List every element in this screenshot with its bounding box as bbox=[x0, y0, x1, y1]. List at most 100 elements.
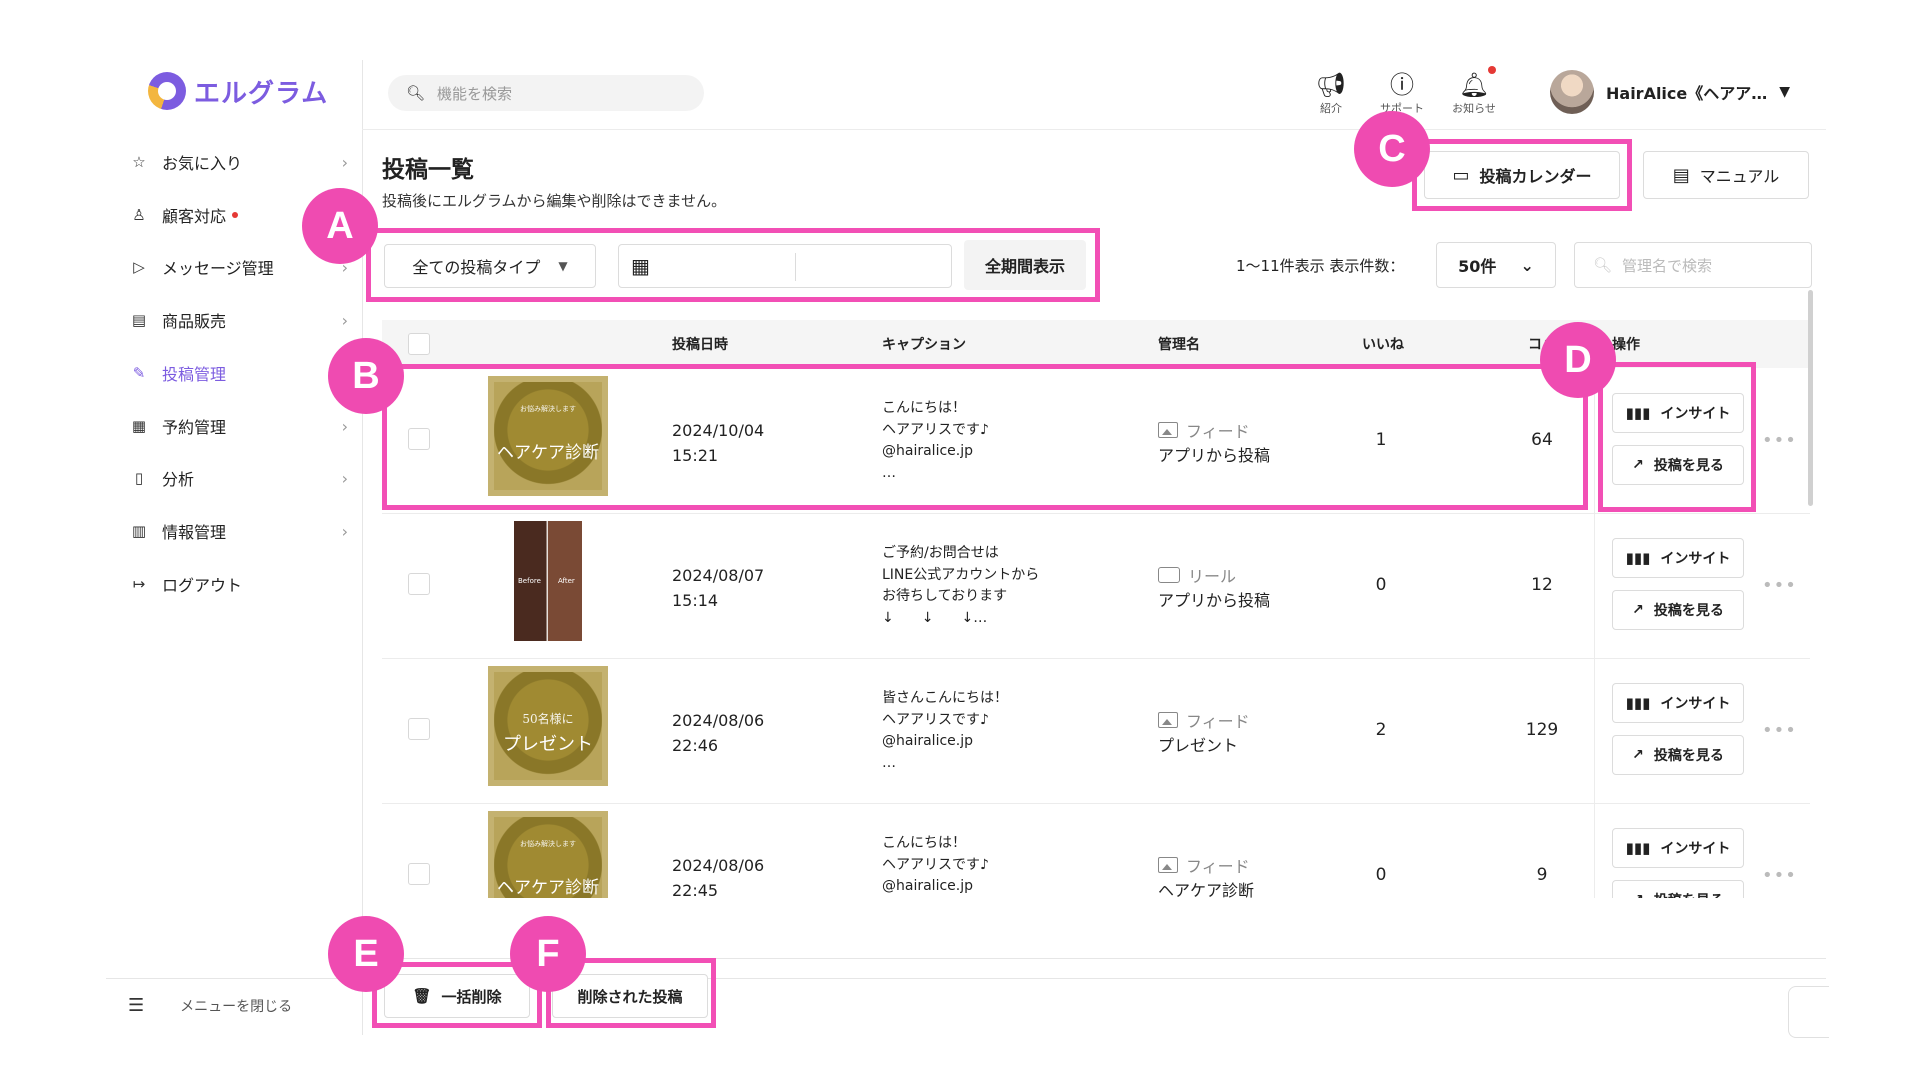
more-icon[interactable]: ••• bbox=[1762, 430, 1797, 451]
name-search-input[interactable]: 🔍︎ 管理名で検索 bbox=[1574, 242, 1812, 288]
thumbnail-subtext: お悩み解決します bbox=[520, 840, 576, 848]
chevron-down-icon: ⌄ bbox=[1520, 255, 1534, 275]
external-link-icon: ↗ bbox=[1632, 602, 1644, 618]
table-row: 50名様に プレゼント 2024/08/06 22:46 皆さんこんにちは！ ヘア… bbox=[382, 658, 1810, 804]
close-menu-label: メニューを閉じる bbox=[180, 998, 293, 1015]
search-icon: 🔍︎ bbox=[406, 84, 426, 102]
ops-divider bbox=[1594, 513, 1595, 658]
post-thumbnail[interactable]: お悩み解決します ヘアケア診断 bbox=[488, 811, 608, 898]
edit-icon: ✎ bbox=[132, 364, 146, 382]
per-page-select[interactable]: 50件 ⌄ bbox=[1436, 242, 1556, 288]
referral-button[interactable]: 📢︎ 紹介 bbox=[1301, 70, 1361, 116]
caret-down-icon: ▼ bbox=[1779, 84, 1791, 100]
external-link-icon: ↗ bbox=[1632, 892, 1644, 898]
view-post-button[interactable]: ↗ 投稿を見る bbox=[1612, 880, 1744, 898]
book-icon: ▤ bbox=[1672, 164, 1690, 186]
page-subtitle: 投稿後にエルグラムから編集や削除はできません。 bbox=[382, 192, 727, 210]
post-manage-name: アプリから投稿 bbox=[1158, 591, 1271, 610]
chevron-right-icon: › bbox=[341, 310, 348, 330]
sidebar-item-info[interactable]: ▥ 情報管理 › bbox=[128, 516, 348, 546]
post-comments: 129 bbox=[1525, 720, 1559, 740]
insight-button[interactable]: ▮▮▮ インサイト bbox=[1612, 538, 1744, 578]
chart-icon: ▥ bbox=[131, 522, 147, 540]
more-icon[interactable]: ••• bbox=[1762, 575, 1797, 596]
help-icon: ⓘ bbox=[1390, 71, 1414, 99]
sidebar-item-logout[interactable]: ↦ ログアウト bbox=[128, 569, 348, 599]
star-icon: ☆ bbox=[132, 153, 146, 171]
sidebar-item-label: 商品販売 bbox=[162, 312, 227, 331]
sidebar-item-sales[interactable]: ▤ 商品販売 › bbox=[128, 305, 348, 335]
chevron-right-icon: › bbox=[341, 152, 348, 172]
column-operations: 操作 bbox=[1612, 337, 1640, 353]
view-post-button[interactable]: ↗ 投稿を見る bbox=[1612, 590, 1744, 630]
per-page-value: 50件 bbox=[1458, 257, 1497, 276]
post-date-time: 15:14 bbox=[672, 591, 719, 610]
sidebar-item-reservations[interactable]: ▦ 予約管理 › bbox=[128, 411, 348, 441]
post-manage-name: ヘアケア診断 bbox=[1158, 881, 1255, 898]
insight-button[interactable]: ▮▮▮ インサイト bbox=[1612, 828, 1744, 868]
manual-button[interactable]: ▤ マニュアル bbox=[1643, 151, 1809, 199]
row-checkbox[interactable] bbox=[408, 573, 430, 595]
user-name: HairAlice《ヘアア… bbox=[1606, 84, 1768, 103]
row-checkbox[interactable] bbox=[408, 718, 430, 740]
support-button[interactable]: ⓘ サポート bbox=[1372, 70, 1432, 116]
name-search-placeholder: 管理名で検索 bbox=[1622, 256, 1713, 275]
annotation-badge-a: A bbox=[302, 188, 378, 264]
post-type: フィード bbox=[1158, 708, 1250, 732]
sidebar-item-posts[interactable]: ✎ 投稿管理 bbox=[128, 358, 348, 388]
header-divider bbox=[362, 129, 1826, 130]
thumbnail-subtext: 50名様に bbox=[522, 712, 574, 726]
sidebar-item-label: お気に入り bbox=[162, 154, 243, 173]
user-icon: ♙ bbox=[132, 206, 146, 224]
side-panel-tab[interactable] bbox=[1788, 986, 1829, 1038]
annotation-badge-b: B bbox=[328, 338, 404, 414]
search-icon: 🔍︎ bbox=[1593, 256, 1613, 274]
sidebar-item-messages[interactable]: ▷ メッセージ管理 › bbox=[128, 252, 348, 282]
post-type-label: フィード bbox=[1186, 712, 1250, 731]
annotation-badge-f: F bbox=[510, 916, 586, 992]
sidebar-item-analytics[interactable]: ▯ 分析 › bbox=[128, 463, 348, 493]
view-post-button[interactable]: ↗ 投稿を見る bbox=[1612, 735, 1744, 775]
close-menu-button[interactable]: ☰ メニューを閉じる bbox=[128, 995, 292, 1016]
insight-label: インサイト bbox=[1660, 841, 1731, 857]
view-post-label: 投稿を見る bbox=[1653, 748, 1724, 764]
logout-icon: ↦ bbox=[132, 575, 146, 593]
insight-button[interactable]: ▮▮▮ インサイト bbox=[1612, 683, 1744, 723]
annotation-frame-d bbox=[1598, 362, 1756, 512]
post-likes: 0 bbox=[1375, 865, 1387, 885]
post-date-time: 22:45 bbox=[672, 881, 719, 898]
row-checkbox[interactable] bbox=[408, 863, 430, 885]
post-type: フィード bbox=[1158, 853, 1250, 877]
notifications-button[interactable]: 🔔︎ お知らせ bbox=[1444, 70, 1504, 116]
chevron-right-icon: › bbox=[341, 416, 348, 436]
post-date: 2024/08/06 22:45 bbox=[672, 853, 764, 898]
post-type: リール bbox=[1158, 563, 1236, 587]
annotation-badge-e: E bbox=[328, 916, 404, 992]
thumbnail-after-label: After bbox=[558, 577, 575, 585]
notification-dot bbox=[1488, 66, 1496, 74]
sidebar-item-favorites[interactable]: ☆ お気に入り › bbox=[128, 147, 348, 177]
app-name: エルグラム bbox=[194, 78, 329, 109]
bar-chart-icon: ▮▮▮ bbox=[1625, 839, 1651, 857]
search-placeholder: 機能を検索 bbox=[437, 84, 513, 103]
table-scrollbar[interactable] bbox=[1808, 290, 1813, 506]
post-date-day: 2024/08/06 bbox=[672, 856, 765, 875]
column-name: 管理名 bbox=[1158, 337, 1200, 353]
search-input[interactable]: 🔍︎ 機能を検索 bbox=[388, 75, 704, 111]
post-thumbnail[interactable]: Before After bbox=[514, 521, 582, 641]
post-caption: ご予約/お問合せは LINE公式アカウントから お待ちしております ↓ ↓ ↓… bbox=[882, 545, 1040, 626]
thumbnail-text: ヘアケア診断 bbox=[497, 878, 599, 898]
avatar bbox=[1550, 70, 1594, 114]
sidebar-item-label: ログアウト bbox=[162, 576, 243, 595]
more-icon[interactable]: ••• bbox=[1762, 865, 1797, 886]
select-all-checkbox[interactable] bbox=[408, 333, 430, 355]
logo-icon bbox=[148, 72, 186, 110]
user-menu[interactable]: HairAlice《ヘアア… ▼ bbox=[1550, 70, 1790, 114]
post-caption: こんにちは！ ヘアアリスです♪ @hairalice.jp bbox=[882, 835, 989, 894]
more-icon[interactable]: ••• bbox=[1762, 720, 1797, 741]
post-date: 2024/08/06 22:46 bbox=[672, 708, 764, 758]
notifications-label: お知らせ bbox=[1452, 102, 1496, 115]
post-thumbnail[interactable]: 50名様に プレゼント bbox=[488, 666, 608, 786]
megaphone-icon: 📢︎ bbox=[1315, 71, 1347, 99]
app-logo[interactable]: エルグラム bbox=[148, 72, 328, 110]
